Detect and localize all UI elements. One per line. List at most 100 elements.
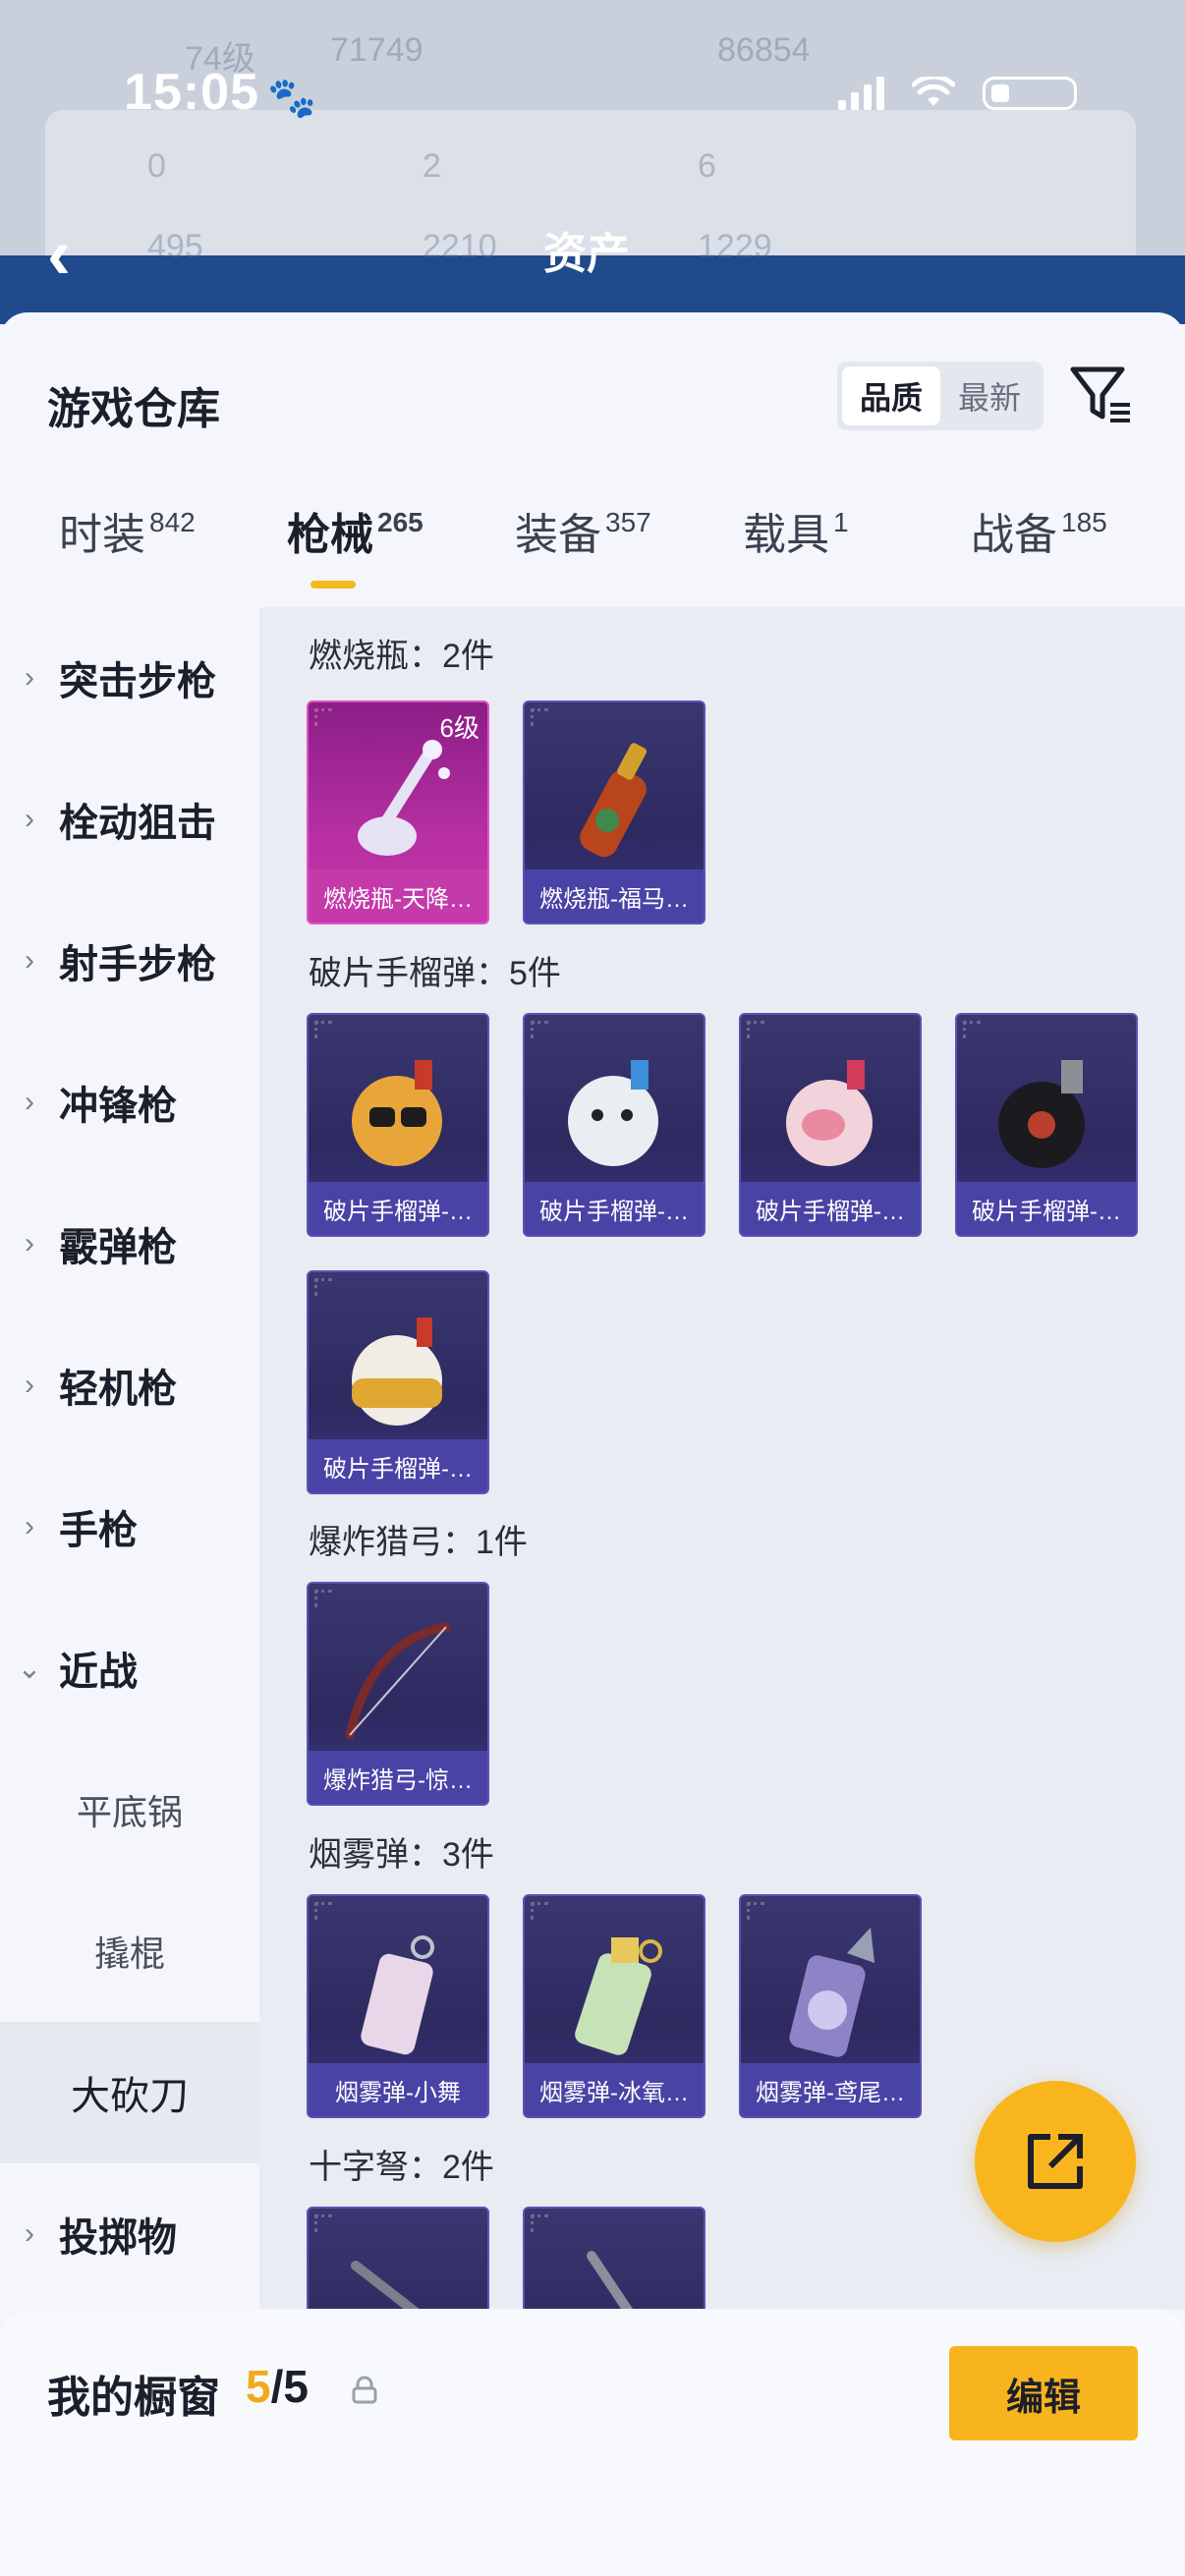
smoke-grenade-icon [361,1935,434,2055]
grenade-icon [786,1060,873,1166]
category-item[interactable]: › 霰弹枪 [0,1173,259,1315]
category-label: 近战 [59,1651,138,1694]
card-corner [747,1902,764,1920]
status-icons [838,77,1077,110]
chevron-right-icon: › [25,1369,34,1401]
subcategory-item[interactable]: 平底锅 [0,1739,259,1880]
item-name: 燃烧瓶-天降… [323,885,473,913]
category-item[interactable]: › 轻机枪 [0,1315,259,1456]
item-name-bar: 烟雾弹-冰氧… [525,2063,704,2116]
tab-equipment[interactable]: 装备 357 [515,499,651,562]
card-corner [747,1021,764,1038]
item-card[interactable] [523,2207,705,2309]
section-title: 燃烧瓶：2件 [309,638,494,675]
chevron-right-icon: › [25,1510,34,1542]
chevron-right-icon: › [25,661,34,694]
filter-icon[interactable] [1067,360,1136,428]
card-corner [314,1021,332,1038]
lock-icon [352,2376,377,2404]
category-label: 突击步枪 [59,660,216,703]
share-button[interactable] [975,2081,1136,2242]
category-item-expanded[interactable]: ⌄ 近战 [0,1597,259,1739]
tab-count: 265 [377,507,423,537]
showcase-title: 我的橱窗 [47,2374,220,2422]
item-name: 破片手榴弹-… [539,1198,689,1225]
item-name-bar: 燃烧瓶-天降… [309,869,487,923]
tab-guns[interactable]: 枪械 265 [287,499,423,562]
item-card[interactable]: 烟雾弹-冰氧… [523,1894,705,2118]
category-label: 栓动狙击 [59,802,216,845]
molotov-bottle-icon [580,743,647,858]
item-name-bar: 破片手榴弹-… [309,1182,487,1235]
grenade-icon [568,1060,658,1166]
card-corner [314,2214,332,2232]
item-name: 破片手榴弹-… [323,1455,473,1483]
item-name: 破片手榴弹-… [972,1198,1121,1225]
item-card[interactable]: 破片手榴弹-… [955,1013,1138,1237]
item-name-bar: 烟雾弹-小舞 [309,2063,487,2116]
back-icon[interactable]: ‹ [47,214,71,295]
category-item[interactable]: › 突击步枪 [0,607,259,749]
tab-vehicles[interactable]: 载具 1 [743,499,849,562]
ghost-text: 0 [147,147,166,185]
ghost-text: 71749 [330,31,423,69]
tab-label: 枪械 [287,511,373,559]
card-corner [314,708,332,726]
ghost-text: 1229 [698,228,772,265]
item-card[interactable]: 破片手榴弹-… [307,1270,489,1494]
category-item[interactable]: › 栓动狙击 [0,749,259,890]
category-item[interactable]: › 投掷物 [0,2163,259,2305]
category-item[interactable]: › 射手步枪 [0,890,259,1032]
section-title: 十字弩：2件 [309,2149,494,2186]
item-card[interactable]: 燃烧瓶-福马… [523,700,705,924]
chevron-right-icon: › [25,1227,34,1260]
item-name: 烟雾弹-鸢尾… [756,2079,905,2106]
item-name-bar: 烟雾弹-鸢尾… [741,2063,920,2116]
subcategory-item-selected[interactable]: 大砍刀 [0,2022,259,2163]
item-card[interactable]: 破片手榴弹-… [523,1013,705,1237]
showcase-bar: 我的橱窗 5/5 编辑 [0,2311,1185,2576]
item-card[interactable]: 烟雾弹-鸢尾… [739,1894,922,2118]
item-card[interactable]: 破片手榴弹-… [307,1013,489,1237]
item-name-bar: 燃烧瓶-福马… [525,869,704,923]
tab-fashion[interactable]: 时装 842 [59,499,196,562]
ghost-text: 2 [423,147,441,185]
item-name-bar: 破片手榴弹-… [957,1182,1136,1235]
card-corner [314,1902,332,1920]
category-item[interactable]: › 手枪 [0,1456,259,1597]
item-card[interactable]: 烟雾弹-小舞 [307,1894,489,2118]
showcase-separator: / [270,2361,284,2412]
smoke-grenade-icon [789,1928,875,2057]
edit-button[interactable]: 编辑 [949,2346,1138,2440]
ghost-text: 495 [147,228,203,265]
category-label: 手枪 [59,1509,138,1552]
item-card[interactable]: 6级 燃烧瓶-天降… [307,700,489,924]
active-tab-indicator [310,581,356,588]
item-card[interactable]: 爆炸猎弓-惊… [307,1582,489,1806]
category-item[interactable]: › 冲锋枪 [0,1032,259,1173]
sort-newest-button[interactable]: 最新 [940,366,1039,425]
item-card[interactable] [307,2207,489,2309]
tab-count: 185 [1061,507,1107,537]
item-card[interactable]: 破片手榴弹-… [739,1013,922,1237]
category-label: 投掷物 [59,2216,177,2260]
grenade-icon [352,1060,442,1166]
subcategory-label: 撬棍 [93,1933,165,1974]
item-name-bar: 破片手榴弹-… [525,1182,704,1235]
category-tabs: 时装 842 枪械 265 装备 357 载具 1 战备 185 [0,499,1185,597]
tab-supplies[interactable]: 战备 185 [971,499,1107,562]
subcategory-item[interactable]: 撬棍 [0,1880,259,2022]
subcategory-label: 平底锅 [76,1792,183,1832]
item-name-bar: 破片手榴弹-… [309,1439,487,1492]
section-title: 爆炸猎弓：1件 [309,1524,528,1561]
card-corner [531,708,548,726]
item-name: 爆炸猎弓-惊… [323,1766,473,1794]
category-label: 冲锋枪 [59,1085,177,1128]
tab-count: 842 [149,507,196,537]
item-name: 燃烧瓶-福马… [539,885,689,913]
sort-quality-button[interactable]: 品质 [842,366,940,425]
item-name: 破片手榴弹-… [323,1198,473,1225]
chevron-right-icon: › [25,1086,34,1118]
card-corner [531,1021,548,1038]
wifi-icon [912,77,955,106]
